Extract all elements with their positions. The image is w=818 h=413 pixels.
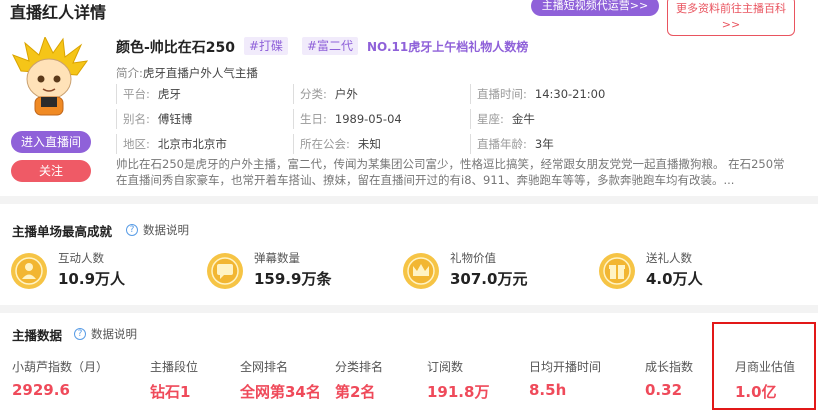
stat-hulu-index: 小葫芦指数（月） 2929.6 (12, 358, 108, 399)
info-platform-value: 虎牙 (157, 87, 181, 101)
info-zodiac: 星座: 金牛 (470, 109, 535, 129)
achievements-help[interactable]: ? 数据说明 (126, 222, 189, 238)
stat-daily-hours: 日均开播时间 8.5h (529, 358, 601, 399)
info-region-value: 北京市北京市 (157, 137, 227, 151)
info-category-label: 分类: (300, 87, 327, 101)
achievement-value: 10.9万人 (58, 270, 126, 288)
info-alias: 别名: 傅钰博 (116, 109, 192, 129)
stat-value: 钻石1 (150, 383, 191, 401)
valuation-highlight-box (712, 322, 816, 410)
info-category: 分类: 户外 (293, 84, 358, 104)
info-live-time-value: 14:30-21:00 (534, 87, 606, 101)
achievement-value: 4.0万人 (646, 270, 703, 288)
stats-help[interactable]: ? 数据说明 (74, 326, 137, 342)
stat-value: 8.5h (529, 381, 567, 399)
tag-dj[interactable]: #打碟 (244, 37, 289, 55)
section-divider (0, 305, 818, 313)
info-zodiac-label: 星座: (477, 112, 504, 126)
stat-value: 191.8万 (427, 383, 490, 401)
enter-live-room-button[interactable]: 进入直播间 (11, 131, 91, 153)
stat-tier: 主播段位 钻石1 (150, 358, 198, 402)
achievement-label: 送礼人数 (646, 251, 692, 265)
stat-label: 成长指数 (645, 360, 694, 374)
info-platform-label: 平台: (123, 87, 150, 101)
stats-help-label: 数据说明 (91, 327, 137, 341)
info-years-label: 直播年龄: (477, 137, 527, 151)
info-alias-label: 别名: (123, 112, 150, 126)
page-title: 直播红人详情 (10, 3, 107, 22)
help-icon: ? (74, 328, 86, 340)
more-info-button[interactable]: 更多资料前往主播百科 >> (667, 0, 795, 36)
achievement-label: 互动人数 (58, 251, 104, 265)
info-alias-value: 傅钰博 (157, 112, 193, 126)
stat-subscribers: 订阅数 191.8万 (427, 358, 489, 402)
help-icon: ? (126, 224, 138, 236)
stat-value: 第2名 (335, 383, 376, 401)
achievements-help-label: 数据说明 (143, 223, 189, 237)
info-category-value: 户外 (334, 87, 358, 101)
stat-value: 全网第34名 (240, 383, 321, 401)
section-divider (0, 196, 818, 204)
avatar (11, 37, 88, 116)
info-region-label: 地区: (123, 137, 150, 151)
tag-rich-second-gen[interactable]: #富二代 (302, 37, 359, 55)
info-birthday: 生日: 1989-05-04 (293, 109, 402, 129)
info-guild-value: 未知 (357, 137, 381, 151)
stat-label: 日均开播时间 (529, 360, 602, 374)
rank-badge[interactable]: NO.11虎牙上午档礼物人数榜 (367, 38, 528, 55)
streamer-name: 颜色-帅比在石250 (116, 40, 236, 56)
info-years: 直播年龄: 3年 (470, 134, 554, 154)
achievement-value: 307.0万元 (450, 270, 528, 288)
medal-people-icon (11, 253, 47, 289)
stat-label: 主播段位 (150, 360, 199, 374)
achievements-title: 主播单场最高成就 (12, 224, 113, 239)
promo-button[interactable]: 主播短视频代运营>> (531, 0, 659, 16)
stat-label: 订阅数 (427, 360, 464, 374)
intro-value: 虎牙直播户外人气主播 (142, 66, 258, 80)
achievement-value: 159.9万条 (254, 270, 332, 288)
info-region: 地区: 北京市北京市 (116, 134, 227, 154)
medal-chat-icon (207, 253, 243, 289)
medal-gift-icon (599, 253, 635, 289)
stat-category-rank: 分类排名 第2名 (335, 358, 383, 402)
follow-button[interactable]: 关注 (11, 160, 91, 182)
info-zodiac-value: 金牛 (511, 112, 535, 126)
info-guild-label: 所在公会: (300, 137, 350, 151)
medal-crown-icon (403, 253, 439, 289)
stat-growth-index: 成长指数 0.32 (645, 358, 693, 399)
info-guild: 所在公会: 未知 (293, 134, 381, 154)
bio-text: 帅比在石250是虎牙的户外主播，富二代，传闻为某集团公司富少，性格逗比搞笑，经常… (116, 157, 785, 187)
info-platform: 平台: 虎牙 (116, 84, 181, 104)
achievement-label: 弹幕数量 (254, 251, 300, 265)
intro-label: 简介: (116, 66, 143, 80)
info-live-time-label: 直播时间: (477, 87, 527, 101)
stat-label: 分类排名 (335, 360, 384, 374)
stat-overall-rank: 全网排名 全网第34名 (240, 358, 321, 402)
info-birthday-value: 1989-05-04 (334, 112, 402, 126)
stat-value: 2929.6 (12, 381, 70, 399)
stats-title: 主播数据 (12, 328, 63, 343)
stat-label: 全网排名 (240, 360, 289, 374)
info-live-time: 直播时间: 14:30-21:00 (470, 84, 605, 104)
info-birthday-label: 生日: (300, 112, 327, 126)
stat-label: 小葫芦指数（月） (12, 360, 109, 374)
achievement-label: 礼物价值 (450, 251, 496, 265)
info-years-value: 3年 (534, 137, 554, 151)
intro: 简介:虎牙直播户外人气主播 (116, 65, 258, 81)
stat-value: 0.32 (645, 381, 683, 399)
